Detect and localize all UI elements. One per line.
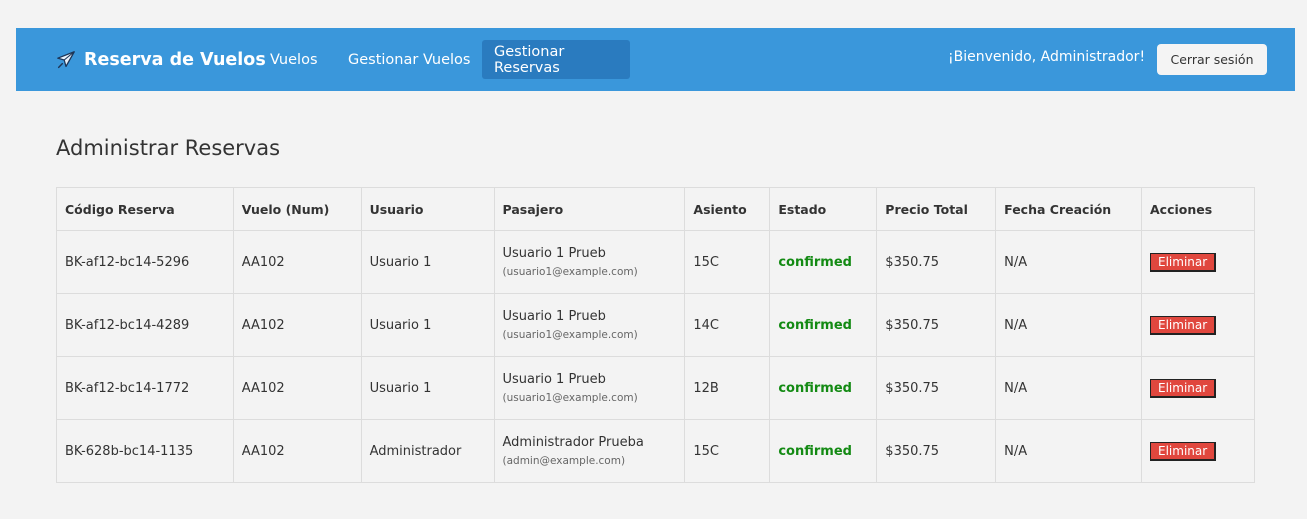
cell-precio: $350.75: [876, 230, 997, 294]
cell-pasajero: Usuario 1 Prueb (usuario1@example.com): [493, 293, 686, 357]
logout-button[interactable]: Cerrar sesión: [1157, 44, 1267, 75]
cell-codigo: BK-af12-bc14-5296: [56, 230, 234, 294]
delete-button[interactable]: Eliminar: [1150, 315, 1217, 335]
cell-asiento: 12B: [684, 356, 771, 420]
cell-vuelo: AA102: [232, 293, 362, 357]
cell-usuario: Administrador: [360, 419, 495, 483]
cell-pasajero: Administrador Prueba (admin@example.com): [493, 419, 686, 483]
status-label: confirmed: [778, 317, 852, 333]
passenger-name: Administrador Prueba: [502, 435, 644, 450]
cell-asiento: 14C: [684, 293, 771, 357]
cell-estado: confirmed: [769, 230, 878, 294]
passenger-email: (usuario1@example.com): [502, 266, 638, 278]
header-pasajero: Pasajero: [493, 187, 686, 231]
header-acciones: Acciones: [1141, 187, 1255, 231]
brand[interactable]: Reserva de Vuelos: [55, 46, 266, 74]
cell-acciones: Eliminar: [1141, 230, 1255, 294]
cell-acciones: Eliminar: [1141, 293, 1255, 357]
cell-asiento: 15C: [684, 230, 771, 294]
header-vuelo: Vuelo (Num): [232, 187, 362, 231]
cell-precio: $350.75: [876, 356, 997, 420]
passenger-name: Usuario 1 Prueb: [502, 246, 606, 261]
cell-estado: confirmed: [769, 356, 878, 420]
cell-acciones: Eliminar: [1141, 356, 1255, 420]
cell-estado: confirmed: [769, 293, 878, 357]
nav-link-gestionar-reservas[interactable]: Gestionar Reservas: [482, 40, 630, 79]
header-estado: Estado: [769, 187, 878, 231]
table-row: BK-af12-bc14-1772 AA102 Usuario 1 Usuari…: [56, 356, 1255, 420]
welcome-message: ¡Bienvenido, Administrador!: [948, 49, 1146, 65]
cell-pasajero: Usuario 1 Prueb (usuario1@example.com): [493, 356, 686, 420]
cell-fecha: N/A: [995, 230, 1142, 294]
passenger-email: (admin@example.com): [502, 455, 626, 467]
cell-acciones: Eliminar: [1141, 419, 1255, 483]
delete-button[interactable]: Eliminar: [1150, 441, 1217, 461]
brand-title: Reserva de Vuelos: [84, 50, 266, 70]
delete-button[interactable]: Eliminar: [1150, 378, 1217, 398]
cell-estado: confirmed: [769, 419, 878, 483]
header-precio: Precio Total: [876, 187, 997, 231]
passenger-email: (usuario1@example.com): [502, 392, 638, 404]
passenger-name: Usuario 1 Prueb: [502, 309, 606, 324]
cell-precio: $350.75: [876, 419, 997, 483]
delete-button[interactable]: Eliminar: [1150, 252, 1217, 272]
header-usuario: Usuario: [360, 187, 495, 231]
passenger-email: (usuario1@example.com): [502, 329, 638, 341]
passenger-name: Usuario 1 Prueb: [502, 372, 606, 387]
cell-usuario: Usuario 1: [360, 293, 495, 357]
cell-codigo: BK-af12-bc14-1772: [56, 356, 234, 420]
cell-fecha: N/A: [995, 293, 1142, 357]
cell-precio: $350.75: [876, 293, 997, 357]
cell-fecha: N/A: [995, 419, 1142, 483]
cell-vuelo: AA102: [232, 356, 362, 420]
table-row: BK-af12-bc14-4289 AA102 Usuario 1 Usuari…: [56, 293, 1255, 357]
header-fecha: Fecha Creación: [995, 187, 1142, 231]
nav-link-gestionar-vuelos[interactable]: Gestionar Vuelos: [336, 40, 482, 79]
top-navbar: Reserva de Vuelos Vuelos Gestionar Vuelo…: [16, 28, 1295, 91]
cell-usuario: Usuario 1: [360, 230, 495, 294]
cell-vuelo: AA102: [232, 419, 362, 483]
cell-fecha: N/A: [995, 356, 1142, 420]
cell-codigo: BK-628b-bc14-1135: [56, 419, 234, 483]
cell-vuelo: AA102: [232, 230, 362, 294]
table-row: BK-af12-bc14-5296 AA102 Usuario 1 Usuari…: [56, 230, 1255, 294]
airplane-icon: [57, 51, 75, 69]
table-header-row: Código Reserva Vuelo (Num) Usuario Pasaj…: [56, 187, 1255, 231]
nav-link-vuelos[interactable]: Vuelos: [258, 40, 330, 79]
table-row: BK-628b-bc14-1135 AA102 Administrador Ad…: [56, 419, 1255, 483]
cell-pasajero: Usuario 1 Prueb (usuario1@example.com): [493, 230, 686, 294]
page-title: Administrar Reservas: [56, 136, 281, 160]
reservations-table: Código Reserva Vuelo (Num) Usuario Pasaj…: [56, 187, 1255, 483]
status-label: confirmed: [778, 443, 852, 459]
cell-usuario: Usuario 1: [360, 356, 495, 420]
cell-asiento: 15C: [684, 419, 771, 483]
status-label: confirmed: [778, 380, 852, 396]
status-label: confirmed: [778, 254, 852, 270]
cell-codigo: BK-af12-bc14-4289: [56, 293, 234, 357]
header-asiento: Asiento: [684, 187, 771, 231]
header-codigo: Código Reserva: [56, 187, 234, 231]
